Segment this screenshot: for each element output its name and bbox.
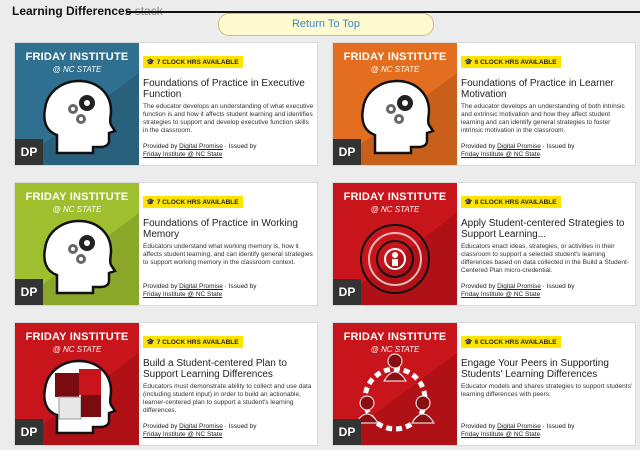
- provider-info: Provided by Digital Promise · Issued by …: [461, 423, 633, 439]
- hours-label: 6 CLOCK HRS AVAILABLE: [474, 339, 557, 346]
- credential-thumbnail[interactable]: FRIDAY INSTITUTE @ NC STATE DP: [333, 183, 457, 305]
- provider-info: Provided by Digital Promise · Issued by …: [143, 283, 315, 299]
- credential-title[interactable]: Foundations of Practice in Working Memor…: [143, 218, 315, 240]
- graduation-cap-icon: 🎓: [146, 199, 155, 206]
- issued-by-label: · Issued by: [542, 283, 575, 290]
- graduation-cap-icon: 🎓: [146, 59, 155, 66]
- graduation-cap-icon: 🎓: [464, 199, 473, 206]
- provided-by-label: Provided by: [143, 283, 178, 290]
- credential-description: Educator models and shares strategies to…: [461, 383, 633, 398]
- brand-sub: @ NC STATE: [370, 345, 420, 354]
- credential-card[interactable]: FRIDAY INSTITUTE @ NC STATE DP 🎓 7 CLOCK …: [14, 42, 318, 166]
- credential-card[interactable]: FRIDAY INSTITUTE @ NC STATE DP 🎓 8 CLOCK …: [332, 182, 636, 306]
- provider-info: Provided by Digital Promise · Issued by …: [143, 423, 315, 439]
- issued-by-label: · Issued by: [542, 423, 575, 430]
- issuer-link[interactable]: Friday Institute @ NC State: [143, 151, 222, 158]
- credential-thumbnail[interactable]: FRIDAY INSTITUTE @ NC STATE DP: [15, 183, 139, 305]
- brand-sub: @ NC STATE: [52, 65, 102, 74]
- hours-badge: 🎓 6 CLOCK HRS AVAILABLE: [461, 336, 561, 348]
- credential-description: Educators understand what working memory…: [143, 243, 313, 266]
- credential-title[interactable]: Build a Student-centered Plan to Support…: [143, 358, 315, 380]
- brand-name: FRIDAY INSTITUTE: [25, 331, 129, 343]
- credential-title[interactable]: Apply Student-centered Strategies to Sup…: [461, 218, 633, 240]
- issuer-link[interactable]: Friday Institute @ NC State: [143, 291, 222, 298]
- graduation-cap-icon: 🎓: [464, 59, 473, 66]
- dp-logo: DP: [333, 419, 361, 445]
- provider-link[interactable]: Digital Promise: [497, 423, 541, 430]
- hours-badge: 🎓 7 CLOCK HRS AVAILABLE: [143, 196, 243, 208]
- dp-logo: DP: [15, 279, 43, 305]
- dp-logo: DP: [333, 279, 361, 305]
- provided-by-label: Provided by: [143, 143, 178, 150]
- credential-title[interactable]: Foundations of Practice in Executive Fun…: [143, 78, 315, 100]
- issued-by-label: · Issued by: [224, 143, 257, 150]
- stack-title-bold: Learning Differences: [12, 4, 132, 18]
- credential-body: 🎓 6 CLOCK HRS AVAILABLE Foundations of Pr…: [461, 51, 633, 143]
- credential-body: 🎓 7 CLOCK HRS AVAILABLE Build a Student-c…: [143, 331, 315, 423]
- credential-card[interactable]: FRIDAY INSTITUTE @ NC STATE DP 🎓 6 CLOCK …: [332, 42, 636, 166]
- issuer-link[interactable]: Friday Institute @ NC State: [143, 431, 222, 438]
- provided-by-label: Provided by: [461, 283, 496, 290]
- provider-info: Provided by Digital Promise · Issued by …: [461, 283, 633, 299]
- credential-thumbnail[interactable]: FRIDAY INSTITUTE @ NC STATE DP: [333, 323, 457, 445]
- hours-label: 7 CLOCK HRS AVAILABLE: [156, 199, 239, 206]
- hours-label: 6 CLOCK HRS AVAILABLE: [474, 59, 557, 66]
- brand-name: FRIDAY INSTITUTE: [343, 191, 447, 203]
- issuer-link[interactable]: Friday Institute @ NC State: [461, 151, 540, 158]
- stack-header: Learning Differences stack Return To Top: [0, 0, 640, 40]
- brand-name: FRIDAY INSTITUTE: [343, 51, 447, 63]
- provider-info: Provided by Digital Promise · Issued by …: [461, 143, 633, 159]
- credential-body: 🎓 7 CLOCK HRS AVAILABLE Foundations of Pr…: [143, 191, 315, 283]
- credential-title[interactable]: Engage Your Peers in Supporting Students…: [461, 358, 633, 380]
- provider-link[interactable]: Digital Promise: [179, 283, 223, 290]
- credential-description: The educator develops an understanding o…: [461, 103, 625, 134]
- credential-title[interactable]: Foundations of Practice in Learner Motiv…: [461, 78, 633, 100]
- issued-by-label: · Issued by: [224, 283, 257, 290]
- brand-sub: @ NC STATE: [370, 205, 420, 214]
- provided-by-label: Provided by: [143, 423, 178, 430]
- credential-thumbnail[interactable]: FRIDAY INSTITUTE @ NC STATE DP: [15, 323, 139, 445]
- graduation-cap-icon: 🎓: [146, 339, 155, 346]
- issued-by-label: · Issued by: [224, 423, 257, 430]
- brand-name: FRIDAY INSTITUTE: [25, 191, 129, 203]
- provider-link[interactable]: Digital Promise: [179, 143, 223, 150]
- hours-badge: 🎓 6 CLOCK HRS AVAILABLE: [461, 56, 561, 68]
- dp-logo: DP: [15, 419, 43, 445]
- provided-by-label: Provided by: [461, 143, 496, 150]
- hours-badge: 🎓 8 CLOCK HRS AVAILABLE: [461, 196, 561, 208]
- hours-label: 7 CLOCK HRS AVAILABLE: [156, 59, 239, 66]
- credential-description: Educators enact ideas, strategies, or ac…: [461, 243, 629, 274]
- brand-name: FRIDAY INSTITUTE: [25, 51, 129, 63]
- credential-description: Educators must demonstrate ability to co…: [143, 383, 312, 414]
- hours-badge: 🎓 7 CLOCK HRS AVAILABLE: [143, 56, 243, 68]
- provided-by-label: Provided by: [461, 423, 496, 430]
- hours-badge: 🎓 7 CLOCK HRS AVAILABLE: [143, 336, 243, 348]
- credential-card[interactable]: FRIDAY INSTITUTE @ NC STATE DP 🎓 6 CLOCK …: [332, 322, 636, 446]
- credential-body: 🎓 6 CLOCK HRS AVAILABLE Engage Your Peers…: [461, 331, 633, 423]
- dp-logo: DP: [333, 139, 361, 165]
- return-to-top-button[interactable]: Return To Top: [218, 13, 434, 36]
- credential-description: The educator develops an understanding o…: [143, 103, 314, 134]
- provider-link[interactable]: Digital Promise: [497, 283, 541, 290]
- provider-info: Provided by Digital Promise · Issued by …: [143, 143, 315, 159]
- credential-card[interactable]: FRIDAY INSTITUTE @ NC STATE DP 🎓 7 CLOCK …: [14, 322, 318, 446]
- credential-body: 🎓 7 CLOCK HRS AVAILABLE Foundations of Pr…: [143, 51, 315, 143]
- dp-logo: DP: [15, 139, 43, 165]
- brand-sub: @ NC STATE: [52, 345, 102, 354]
- credential-body: 🎓 8 CLOCK HRS AVAILABLE Apply Student-cen…: [461, 191, 633, 283]
- issuer-link[interactable]: Friday Institute @ NC State: [461, 291, 540, 298]
- credential-thumbnail[interactable]: FRIDAY INSTITUTE @ NC STATE DP: [15, 43, 139, 165]
- credential-card[interactable]: FRIDAY INSTITUTE @ NC STATE DP 🎓 7 CLOCK …: [14, 182, 318, 306]
- issuer-link[interactable]: Friday Institute @ NC State: [461, 431, 540, 438]
- brand-sub: @ NC STATE: [52, 205, 102, 214]
- hours-label: 8 CLOCK HRS AVAILABLE: [474, 199, 557, 206]
- provider-link[interactable]: Digital Promise: [497, 143, 541, 150]
- credential-thumbnail[interactable]: FRIDAY INSTITUTE @ NC STATE DP: [333, 43, 457, 165]
- hours-label: 7 CLOCK HRS AVAILABLE: [156, 339, 239, 346]
- brand-sub: @ NC STATE: [370, 65, 420, 74]
- issued-by-label: · Issued by: [542, 143, 575, 150]
- graduation-cap-icon: 🎓: [464, 339, 473, 346]
- brand-name: FRIDAY INSTITUTE: [343, 331, 447, 343]
- provider-link[interactable]: Digital Promise: [179, 423, 223, 430]
